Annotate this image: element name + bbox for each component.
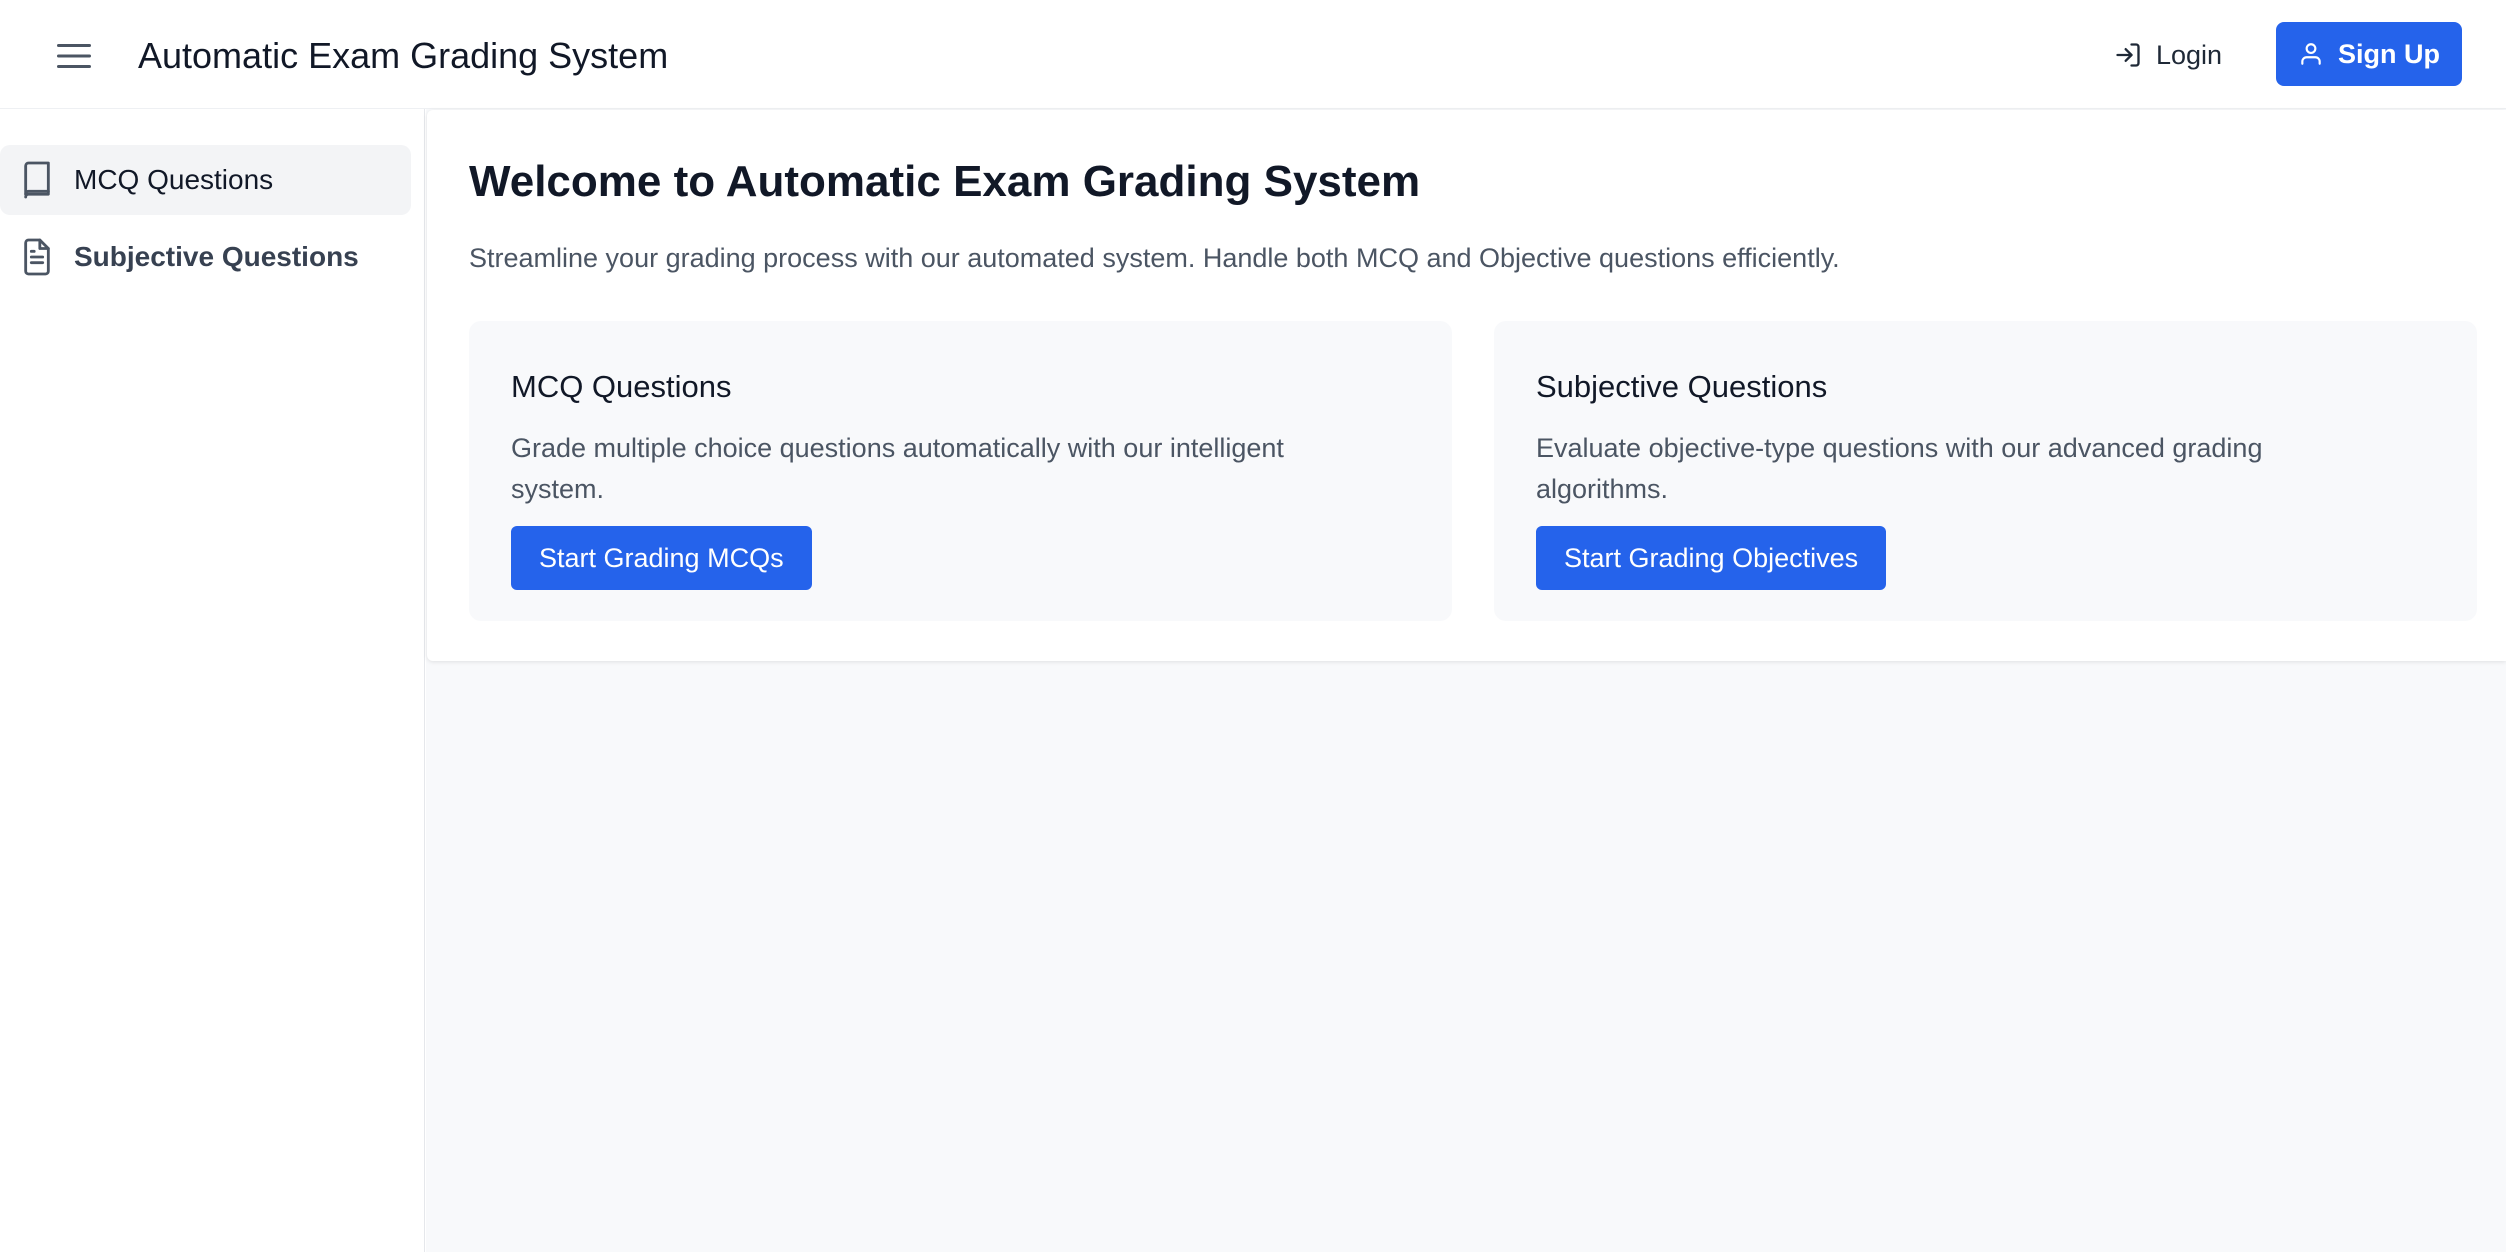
sidebar-item-label: Subjective Questions — [74, 241, 359, 272]
feature-card-description: Evaluate objective-type questions with o… — [1536, 433, 2263, 504]
hamburger-menu-button[interactable] — [50, 32, 98, 80]
feature-card-title: Subjective Questions — [1536, 369, 1828, 404]
start-grading-mcqs-button[interactable]: Start Grading MCQs — [511, 526, 812, 590]
signup-button[interactable]: Sign Up — [2276, 22, 2462, 86]
app-title: Automatic Exam Grading System — [138, 35, 669, 76]
hamburger-icon — [57, 44, 91, 68]
page-title: Welcome to Automatic Exam Grading System — [469, 157, 1421, 206]
user-icon — [2301, 43, 2321, 65]
feature-card-title: MCQ Questions — [511, 369, 732, 404]
sidebar-item-subjective-questions[interactable]: Subjective Questions — [0, 222, 411, 292]
page-subtitle: Streamline your grading process with our… — [469, 243, 1840, 273]
subjective-feature-card: Subjective Questions Evaluate objective-… — [1494, 321, 2477, 621]
welcome-card: Welcome to Automatic Exam Grading System… — [427, 110, 2506, 661]
document-icon — [0, 237, 74, 277]
mcq-feature-card: MCQ Questions Grade multiple choice ques… — [469, 321, 1452, 621]
start-grading-objectives-button[interactable]: Start Grading Objectives — [1536, 526, 1887, 590]
login-icon — [2116, 43, 2140, 67]
login-label: Login — [2156, 39, 2223, 70]
sidebar-item-label: MCQ Questions — [74, 164, 274, 195]
book-icon — [0, 160, 74, 200]
sidebar: MCQ Questions Subjective Questions — [0, 109, 425, 1252]
feature-card-description: Grade multiple choice questions automati… — [511, 433, 1284, 504]
sidebar-item-mcq-questions[interactable]: MCQ Questions — [0, 145, 411, 215]
login-button[interactable]: Login — [2100, 24, 2236, 86]
signup-label: Sign Up — [2338, 38, 2440, 69]
top-bar: Automatic Exam Grading System Login Sign… — [0, 0, 2506, 109]
